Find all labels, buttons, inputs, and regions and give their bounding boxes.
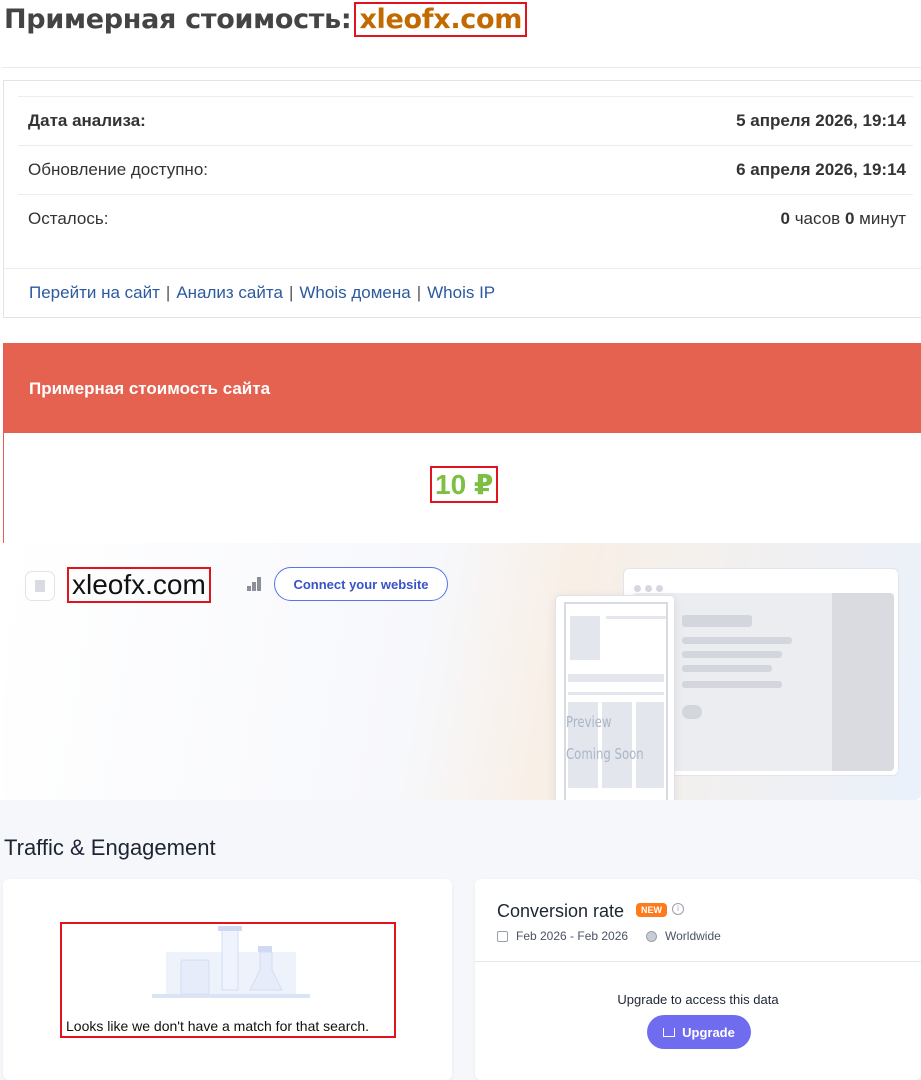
title-domain: xleofx.com xyxy=(354,2,528,37)
update-available-row: Обновление доступно: 6 апреля 2026, 19:1… xyxy=(18,145,913,194)
globe-icon xyxy=(646,930,657,942)
price-heading: Примерная стоимость сайта xyxy=(4,343,921,433)
analysis-date-label: Дата анализа: xyxy=(28,111,146,130)
remaining-value: 0 часов 0 минут xyxy=(781,209,907,229)
period-value: Feb 2026 - Feb 2026 xyxy=(516,929,629,943)
site-hero: xleofx.com Connect your website Preview … xyxy=(3,543,921,800)
price-body: 10 ₽ xyxy=(4,433,921,543)
site-links: Перейти на сайт | Анализ сайта | Whois домен… xyxy=(4,268,921,318)
card-divider xyxy=(475,961,921,962)
link-site-analysis[interactable]: Анализ сайта xyxy=(176,283,283,302)
remaining-hours-unit: часов xyxy=(794,209,841,228)
upgrade-label: Upgrade xyxy=(682,1024,735,1040)
link-whois-domain[interactable]: Whois домена xyxy=(299,283,410,302)
price-card: Примерная стоимость сайта 10 ₽ xyxy=(3,343,921,543)
remaining-label: Осталось: xyxy=(28,209,109,228)
analysis-date-row: Дата анализа: 5 апреля 2026, 19:14 xyxy=(18,96,913,145)
update-available-value: 6 апреля 2026, 19:14 xyxy=(736,160,906,179)
remaining-row: Осталось: 0 часов 0 минут xyxy=(18,194,913,243)
region-value: Worldwide xyxy=(665,929,721,943)
conversion-rate-title: Conversion rate xyxy=(497,901,625,921)
page-title: Примерная стоимость: xleofx.com xyxy=(4,2,528,37)
link-go-to-site[interactable]: Перейти на сайт xyxy=(29,283,160,302)
upgrade-button[interactable]: Upgrade xyxy=(647,1015,751,1049)
empty-state-illustration-icon xyxy=(152,926,310,998)
preview-placeholder: Preview Coming Soon xyxy=(566,713,644,763)
divider xyxy=(2,67,921,68)
link-separator: | xyxy=(416,283,422,302)
link-whois-ip[interactable]: Whois IP xyxy=(427,283,495,302)
connect-website-button[interactable]: Connect your website xyxy=(274,567,448,601)
rank-bars-icon xyxy=(247,577,263,591)
site-name: xleofx.com xyxy=(67,567,211,603)
price-value: 10 ₽ xyxy=(430,466,499,503)
update-available-label: Обновление доступно: xyxy=(28,160,209,179)
favicon-icon xyxy=(25,571,55,601)
preview-mockup-mobile: Preview Coming Soon xyxy=(555,595,675,800)
link-separator: | xyxy=(288,283,294,302)
upgrade-message: Upgrade to access this data xyxy=(617,992,779,1007)
page: Примерная стоимость: xleofx.com Дата анал… xyxy=(0,0,921,1080)
region-meta: Worldwide xyxy=(646,929,721,943)
info-icon[interactable]: i xyxy=(672,903,684,915)
traffic-card: Looks like we don't have a match for tha… xyxy=(3,879,452,1080)
crown-icon xyxy=(663,1027,676,1037)
link-separator: | xyxy=(165,283,171,302)
traffic-section-title: Traffic & Engagement xyxy=(4,835,216,860)
remaining-hours: 0 xyxy=(780,209,790,228)
conversion-rate-card: Conversion rate NEW i Feb 2026 - Feb 202… xyxy=(475,879,921,1080)
remaining-minutes: 0 xyxy=(844,209,855,228)
analysis-date-value: 5 апреля 2026, 19:14 xyxy=(736,111,906,130)
analysis-info-panel: Дата анализа: 5 апреля 2026, 19:14 Обнов… xyxy=(3,80,921,318)
title-prefix: Примерная стоимость: xyxy=(4,4,352,35)
calendar-icon xyxy=(497,930,508,942)
no-match-block: Looks like we don't have a match for tha… xyxy=(60,922,396,1038)
new-badge: NEW xyxy=(636,903,667,917)
period-meta: Feb 2026 - Feb 2026 xyxy=(497,929,628,943)
remaining-minutes-unit: минут xyxy=(859,209,906,228)
no-match-message: Looks like we don't have a match for tha… xyxy=(66,1018,370,1034)
